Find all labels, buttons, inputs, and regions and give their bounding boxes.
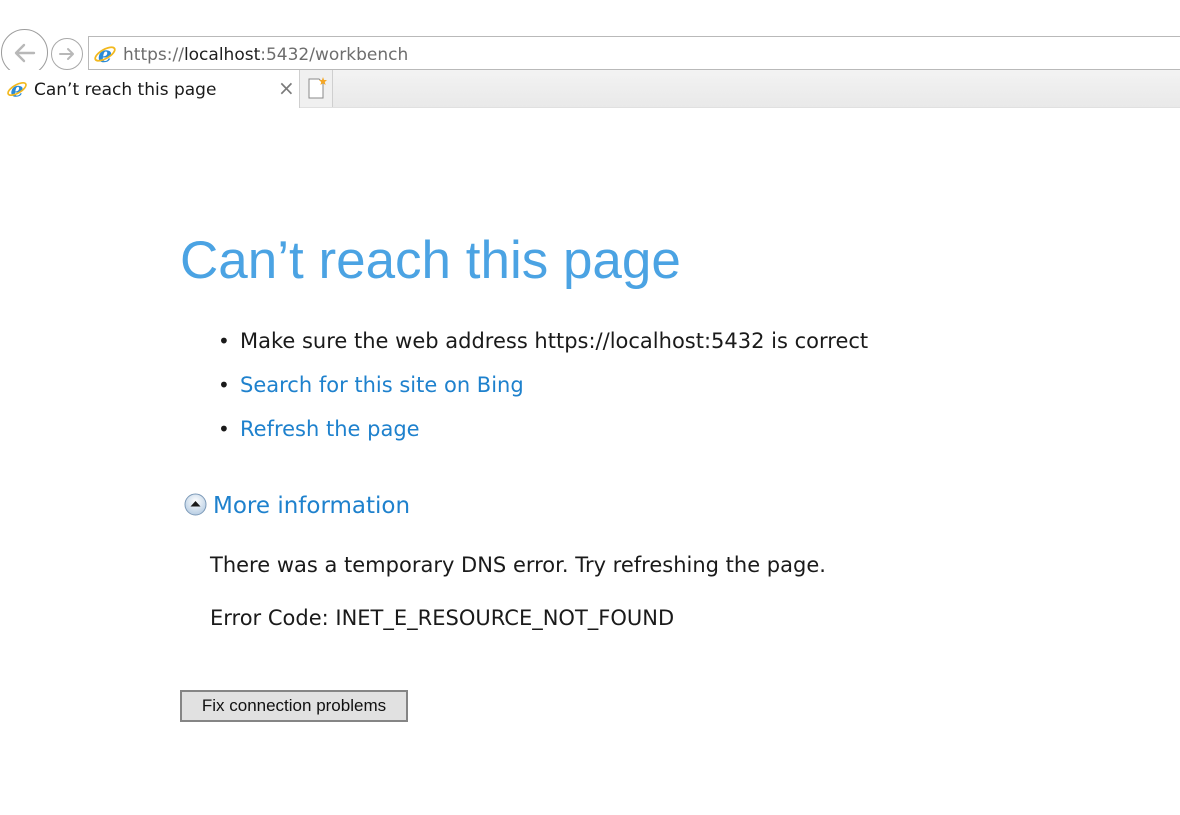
fix-connection-button[interactable]: Fix connection problems [180, 690, 408, 722]
back-button[interactable] [1, 29, 48, 76]
page-title: Can’t reach this page [180, 231, 681, 290]
url-scheme: https:// [123, 45, 184, 65]
tab-strip: e Can’t reach this page × [0, 70, 1180, 108]
search-bing-link[interactable]: Search for this site on Bing [240, 370, 524, 400]
check-address-text: Make sure the web address https://localh… [240, 329, 869, 353]
new-tab-icon [308, 77, 327, 99]
url-path: :5432/workbench [260, 45, 409, 65]
bullet: • [218, 373, 230, 397]
tab-title: Can’t reach this page [34, 80, 217, 100]
refresh-page-link[interactable]: Refresh the page [240, 414, 420, 444]
bullet: • [218, 329, 230, 353]
svg-text:e: e [98, 42, 112, 66]
back-arrow-icon [14, 43, 35, 62]
forward-arrow-icon [59, 48, 74, 60]
address-bar[interactable]: e https://localhost:5432/workbench [88, 36, 1180, 70]
more-information-label: More information [213, 493, 411, 519]
error-code: Error Code: INET_E_RESOURCE_NOT_FOUND [210, 606, 675, 630]
forward-button[interactable] [51, 38, 83, 70]
collapse-up-icon [184, 493, 207, 516]
url-text[interactable]: https://localhost:5432/workbench [123, 45, 408, 65]
new-tab-button[interactable] [300, 70, 333, 107]
bullet: • [218, 417, 230, 441]
internet-explorer-icon: e [94, 42, 116, 66]
browser-chrome: e https://localhost:5432/workbench e Can… [0, 0, 1180, 108]
tab-active[interactable]: e Can’t reach this page × [0, 70, 300, 108]
internet-explorer-icon: e [7, 78, 27, 100]
error-page: Can’t reach this page • Make sure the we… [0, 108, 1180, 815]
url-host: localhost [183, 45, 261, 65]
dns-error-message: There was a temporary DNS error. Try ref… [210, 553, 826, 577]
tab-close-button[interactable]: × [278, 78, 295, 98]
svg-text:e: e [11, 78, 24, 100]
